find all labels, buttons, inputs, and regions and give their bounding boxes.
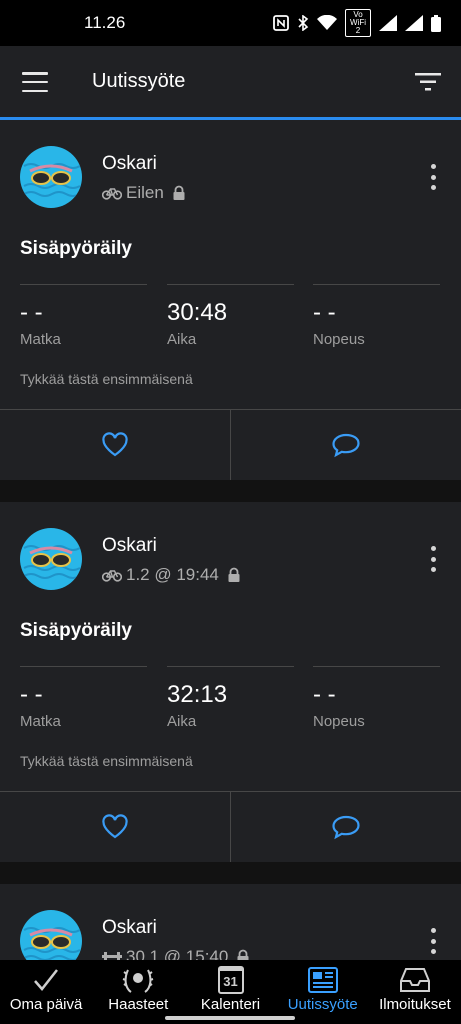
inbox-icon xyxy=(399,968,430,992)
user-name[interactable]: Oskari xyxy=(102,917,157,939)
battery-icon xyxy=(431,14,441,32)
stat-label: Matka xyxy=(20,331,61,348)
avatar[interactable] xyxy=(20,146,82,208)
lock-icon xyxy=(228,567,240,582)
nav-label: Haasteet xyxy=(108,996,169,1013)
bike-icon xyxy=(102,188,122,200)
stat-time: 32:13 Aika xyxy=(167,666,294,730)
activity-time: 30.1 @ 15:40 xyxy=(126,947,229,960)
stat-label: Matka xyxy=(20,713,61,730)
news-feed-icon xyxy=(307,967,338,993)
signal-icon-2 xyxy=(405,15,423,31)
wifi-calling-badge: Vo WiFi 2 xyxy=(345,9,371,37)
user-name[interactable]: Oskari xyxy=(102,535,157,557)
activity-time: 1.2 @ 19:44 xyxy=(126,565,219,584)
more-options-icon[interactable] xyxy=(429,546,437,572)
activity-title[interactable]: Sisäpyöräily xyxy=(20,238,132,260)
nav-calendar[interactable]: 31 Kalenteri xyxy=(184,960,276,1024)
sunglasses-avatar-image xyxy=(23,927,81,960)
nfc-icon xyxy=(273,15,289,31)
stat-label: Aika xyxy=(167,713,197,730)
stat-value: 32:13 xyxy=(167,681,228,708)
activity-time: Eilen xyxy=(126,183,164,202)
heart-icon xyxy=(102,814,128,839)
heart-icon xyxy=(102,432,128,457)
nav-label: Uutissyöte xyxy=(287,996,358,1013)
bluetooth-icon xyxy=(298,15,309,31)
news-feed[interactable]: Oskari Eilen Sisäpyöräily - - Matka 30:4… xyxy=(0,120,461,960)
avatar[interactable] xyxy=(20,910,82,960)
stat-value: 30:48 xyxy=(167,299,228,326)
like-prompt: Tykkää tästä ensimmäisenä xyxy=(20,371,193,387)
card-actions xyxy=(0,791,461,862)
like-button[interactable] xyxy=(0,410,230,480)
status-time: 11.26 xyxy=(84,13,126,32)
comment-bubble-icon xyxy=(332,433,360,458)
nav-news-feed[interactable]: Uutissyöte xyxy=(277,960,369,1024)
stat-speed: - - Nopeus xyxy=(313,284,440,348)
stat-label: Nopeus xyxy=(313,331,365,348)
home-indicator[interactable] xyxy=(165,1016,295,1020)
laurel-icon xyxy=(122,969,154,993)
activity-meta: 30.1 @ 15:40 xyxy=(102,947,250,960)
page-title: Uutissyöte xyxy=(92,70,186,92)
nav-label: Oma päivä xyxy=(9,996,83,1013)
card-actions xyxy=(0,409,461,480)
filter-icon[interactable] xyxy=(415,72,441,92)
stat-distance: - - Matka xyxy=(20,284,147,348)
more-options-icon[interactable] xyxy=(429,928,437,954)
activity-card: Oskari Eilen Sisäpyöräily - - Matka 30:4… xyxy=(0,120,461,480)
stat-value: - - xyxy=(20,681,43,708)
lock-icon xyxy=(173,185,185,200)
like-prompt: Tykkää tästä ensimmäisenä xyxy=(20,753,193,769)
activity-card: Oskari 30.1 @ 15:40 xyxy=(0,884,461,960)
nav-challenges[interactable]: Haasteet xyxy=(92,960,184,1024)
activity-meta: Eilen xyxy=(102,183,186,203)
sunglasses-avatar-image xyxy=(23,545,81,579)
user-name[interactable]: Oskari xyxy=(102,153,157,175)
comment-button[interactable] xyxy=(230,792,461,862)
comment-bubble-icon xyxy=(332,815,360,840)
bottom-navigation: Oma päivä Haasteet 31 Kalenteri Uutissyö… xyxy=(0,960,461,1024)
stat-value: - - xyxy=(313,299,336,326)
stat-time: 30:48 Aika xyxy=(167,284,294,348)
stat-distance: - - Matka xyxy=(20,666,147,730)
nav-notifications[interactable]: Ilmoitukset xyxy=(369,960,461,1024)
status-icons: Vo WiFi 2 xyxy=(273,9,441,37)
calendar-icon-day: 31 xyxy=(223,974,238,989)
hamburger-menu-icon[interactable] xyxy=(22,72,48,92)
stat-value: - - xyxy=(20,299,43,326)
status-bar: 11.26 Vo WiFi 2 xyxy=(0,0,461,46)
signal-icon xyxy=(379,15,397,31)
activity-title[interactable]: Sisäpyöräily xyxy=(20,620,132,642)
checkmark-icon xyxy=(34,969,59,991)
stat-speed: - - Nopeus xyxy=(313,666,440,730)
bike-icon xyxy=(102,570,122,582)
lock-icon xyxy=(237,949,249,960)
calendar-icon: 31 xyxy=(217,966,244,994)
more-options-icon[interactable] xyxy=(429,164,437,190)
avatar[interactable] xyxy=(20,528,82,590)
comment-button[interactable] xyxy=(230,410,461,480)
nav-label: Kalenteri xyxy=(200,996,261,1013)
activity-meta: 1.2 @ 19:44 xyxy=(102,565,241,585)
activity-card: Oskari 1.2 @ 19:44 Sisäpyöräily - - Matk… xyxy=(0,502,461,862)
nav-my-day[interactable]: Oma päivä xyxy=(0,960,92,1024)
like-button[interactable] xyxy=(0,792,230,862)
stat-label: Nopeus xyxy=(313,713,365,730)
app-bar: Uutissyöte xyxy=(0,46,461,118)
nav-label: Ilmoitukset xyxy=(379,996,451,1013)
stat-label: Aika xyxy=(167,331,197,348)
strength-icon xyxy=(102,952,122,960)
stat-value: - - xyxy=(313,681,336,708)
wifi-icon xyxy=(317,15,337,30)
sunglasses-avatar-image xyxy=(23,163,81,197)
